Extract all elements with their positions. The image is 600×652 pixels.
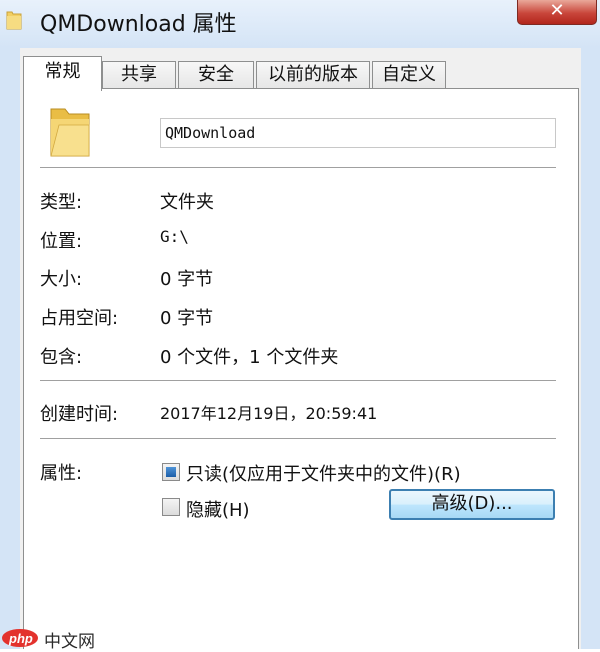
size-value: 0 字节 bbox=[160, 269, 214, 290]
folder-icon bbox=[6, 11, 22, 30]
readonly-checkbox[interactable] bbox=[162, 463, 180, 481]
separator bbox=[40, 380, 556, 382]
type-label: 类型: bbox=[40, 192, 83, 213]
window-frame-left bbox=[0, 48, 20, 649]
attributes-label: 属性: bbox=[40, 463, 83, 484]
tab-customize[interactable]: 自定义 bbox=[372, 61, 446, 89]
created-label: 创建时间: bbox=[40, 404, 119, 425]
tab-sharing[interactable]: 共享 bbox=[102, 61, 176, 89]
type-value: 文件夹 bbox=[160, 192, 214, 213]
watermark-text: 中文网 bbox=[44, 632, 95, 652]
advanced-button[interactable]: 高级(D)... bbox=[389, 489, 555, 520]
contains-value: 0 个文件，1 个文件夹 bbox=[160, 347, 339, 368]
title-bar: QMDownload 属性 ✕ bbox=[0, 0, 600, 48]
size-label: 大小: bbox=[40, 269, 83, 290]
size-on-disk-label: 占用空间: bbox=[40, 308, 119, 329]
hidden-checkbox[interactable] bbox=[162, 498, 180, 516]
location-value: G:\ bbox=[160, 227, 189, 246]
contains-label: 包含: bbox=[40, 347, 83, 368]
svg-text:php: php bbox=[8, 631, 33, 646]
hidden-checkbox-label[interactable]: 隐藏(H) bbox=[186, 496, 250, 522]
folder-name-input[interactable] bbox=[160, 118, 556, 148]
size-on-disk-value: 0 字节 bbox=[160, 308, 214, 329]
separator bbox=[40, 438, 556, 440]
tab-general[interactable]: 常规 bbox=[23, 56, 102, 91]
close-button[interactable]: ✕ bbox=[517, 0, 597, 25]
readonly-checkbox-label[interactable]: 只读(仅应用于文件夹中的文件)(R) bbox=[186, 460, 461, 486]
window-frame-right bbox=[581, 48, 600, 649]
created-value: 2017年12月19日，20:59:41 bbox=[160, 404, 378, 423]
separator bbox=[40, 167, 556, 169]
tab-previous-versions[interactable]: 以前的版本 bbox=[256, 61, 370, 89]
location-label: 位置: bbox=[40, 231, 83, 252]
window-title: QMDownload 属性 bbox=[40, 12, 237, 37]
tab-security[interactable]: 安全 bbox=[178, 61, 254, 89]
folder-icon bbox=[50, 108, 90, 157]
